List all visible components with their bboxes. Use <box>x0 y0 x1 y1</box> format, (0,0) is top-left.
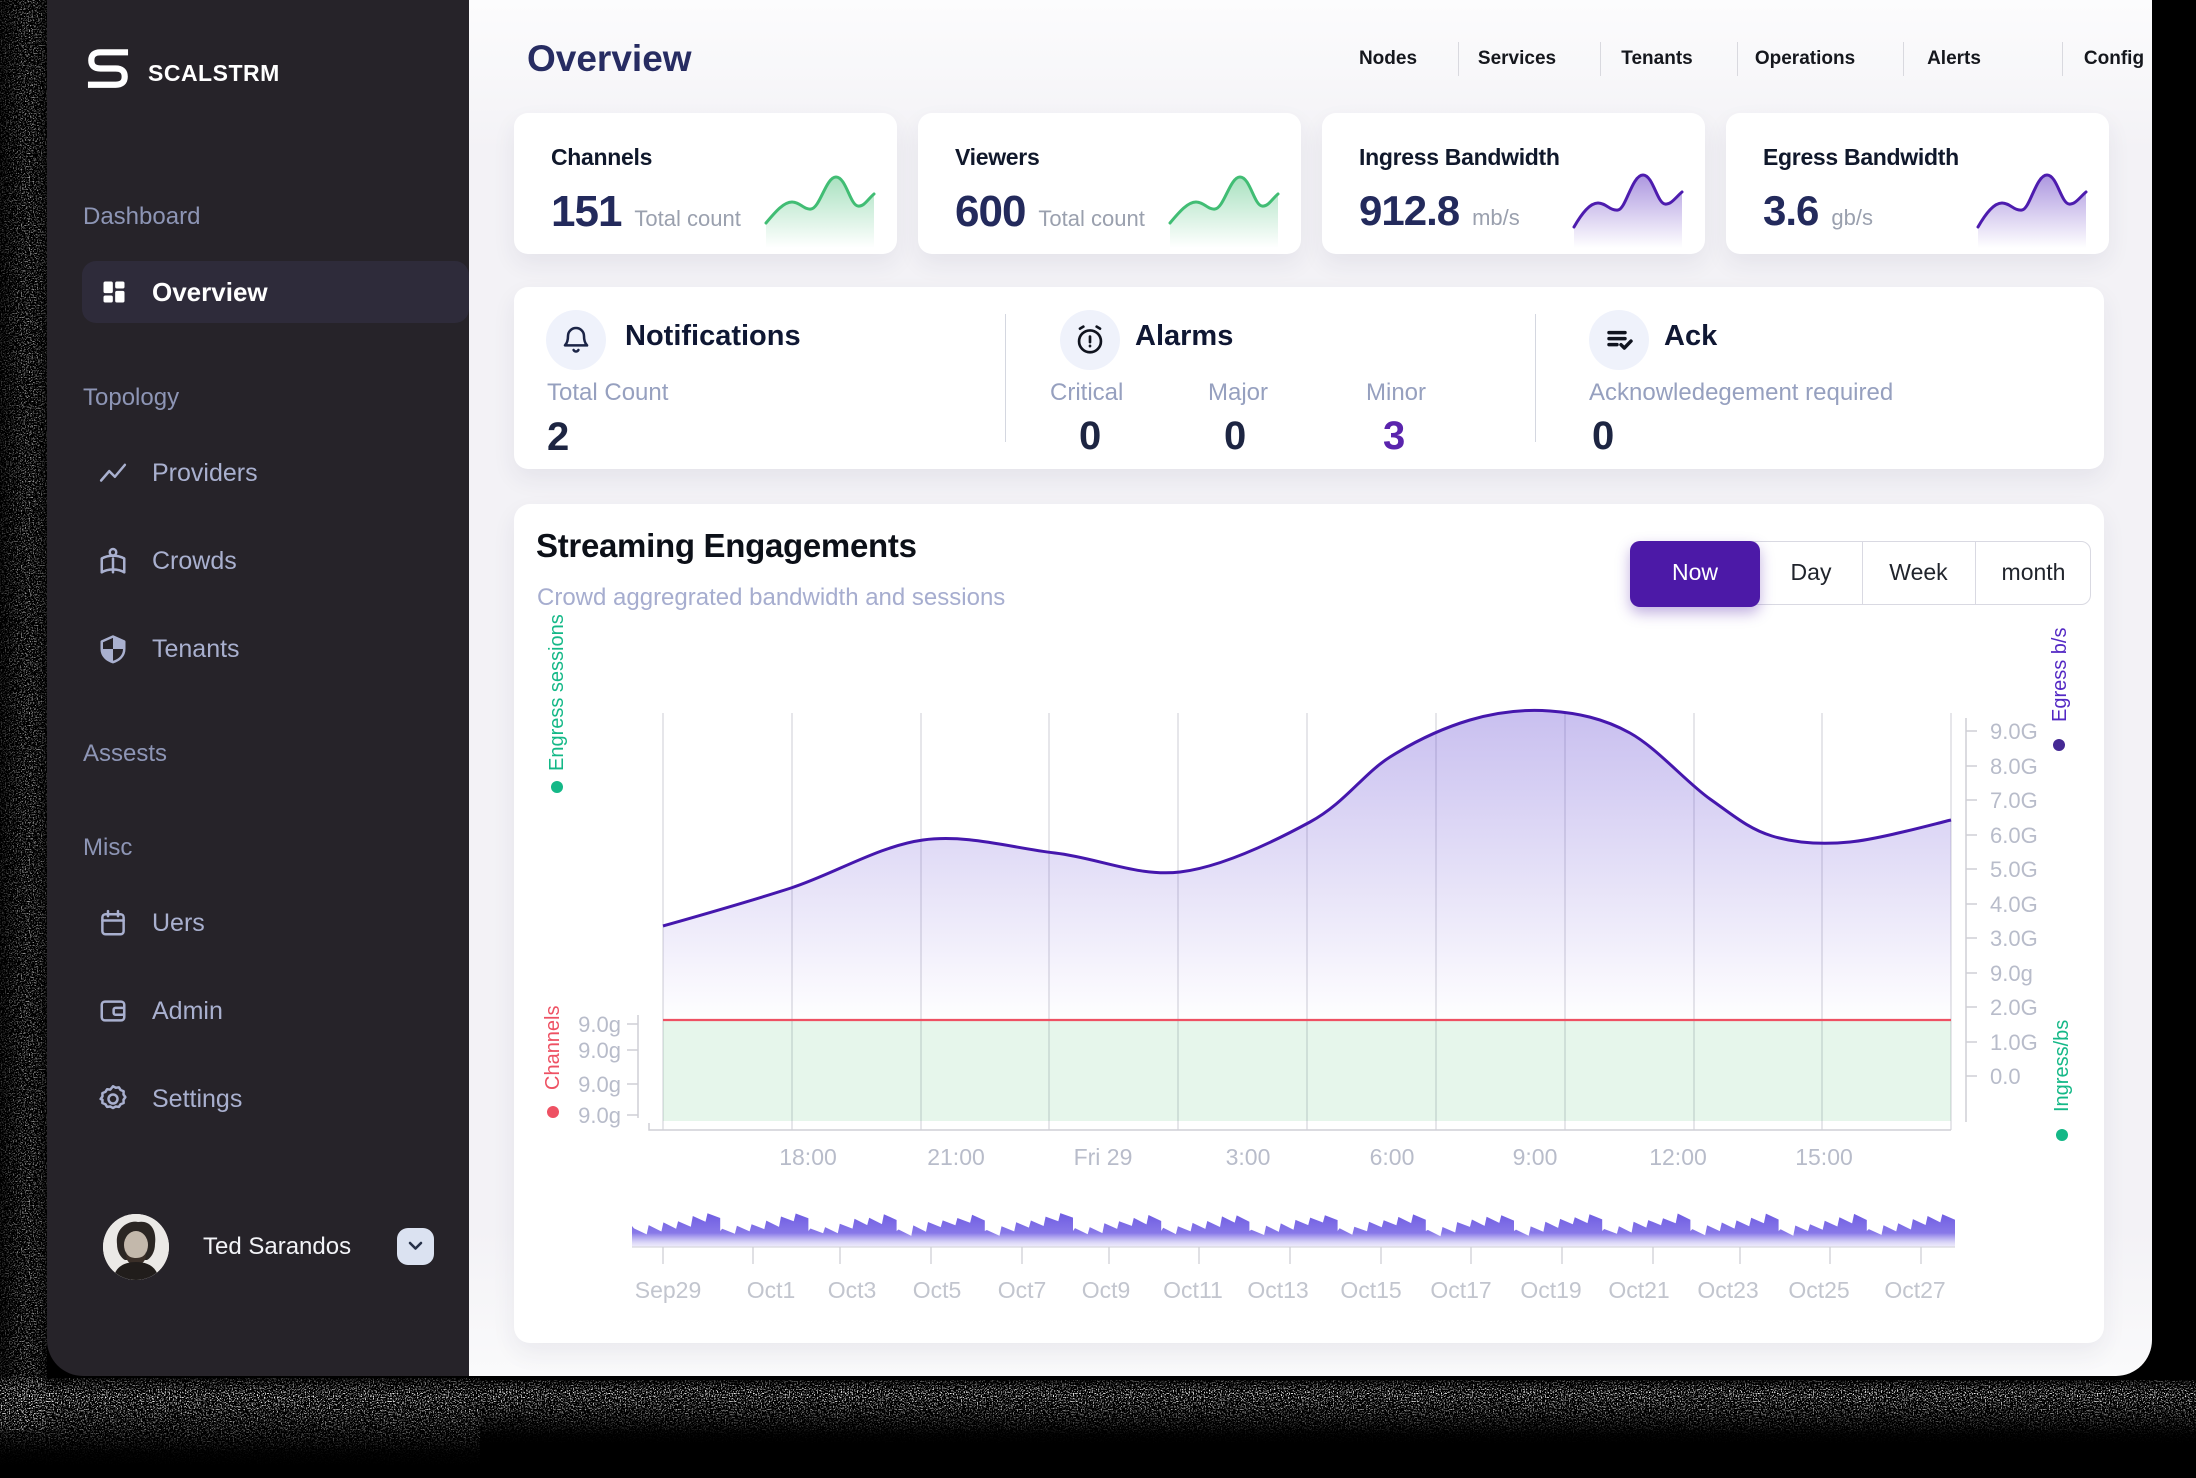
svg-text:Oct21: Oct21 <box>1608 1277 1669 1303</box>
svg-text:Oct15: Oct15 <box>1340 1277 1401 1303</box>
svg-text:9:00: 9:00 <box>1513 1144 1558 1170</box>
svg-text:Engress sessions: Engress sessions <box>546 614 568 771</box>
svg-text:Oct13: Oct13 <box>1247 1277 1308 1303</box>
svg-text:Oct27: Oct27 <box>1884 1277 1945 1303</box>
svg-text:Oct5: Oct5 <box>913 1277 962 1303</box>
svg-text:4.0G: 4.0G <box>1990 892 2038 917</box>
svg-text:7.0G: 7.0G <box>1990 788 2038 813</box>
svg-text:5.0G: 5.0G <box>1990 857 2038 882</box>
svg-text:Oct11: Oct11 <box>1163 1277 1223 1303</box>
svg-text:9.0G: 9.0G <box>1990 719 2038 744</box>
svg-text:Oct3: Oct3 <box>828 1277 877 1303</box>
svg-text:18:00: 18:00 <box>779 1144 837 1170</box>
svg-text:3:00: 3:00 <box>1226 1144 1271 1170</box>
svg-text:Oct17: Oct17 <box>1430 1277 1491 1303</box>
svg-text:9.0g: 9.0g <box>578 1072 621 1097</box>
svg-text:Oct19: Oct19 <box>1520 1277 1581 1303</box>
svg-text:9.0g: 9.0g <box>578 1038 621 1063</box>
svg-text:Oct1: Oct1 <box>747 1277 796 1303</box>
svg-text:6.0G: 6.0G <box>1990 823 2038 848</box>
svg-text:Channels: Channels <box>542 1005 564 1090</box>
svg-text:15:00: 15:00 <box>1795 1144 1853 1170</box>
svg-text:Oct25: Oct25 <box>1788 1277 1849 1303</box>
svg-text:6:00: 6:00 <box>1370 1144 1415 1170</box>
svg-text:Oct9: Oct9 <box>1082 1277 1131 1303</box>
svg-text:12:00: 12:00 <box>1649 1144 1707 1170</box>
svg-text:Fri 29: Fri 29 <box>1074 1144 1133 1170</box>
svg-text:8.0G: 8.0G <box>1990 754 2038 779</box>
svg-text:Ingress/bs: Ingress/bs <box>2051 1020 2073 1112</box>
svg-text:0.0: 0.0 <box>1990 1064 2021 1089</box>
svg-text:21:00: 21:00 <box>927 1144 985 1170</box>
svg-text:9.0g: 9.0g <box>578 1012 621 1037</box>
svg-text:Egress b/s: Egress b/s <box>2049 628 2071 722</box>
svg-text:Oct7: Oct7 <box>998 1277 1047 1303</box>
svg-text:9.0g: 9.0g <box>1990 961 2033 986</box>
svg-text:3.0G: 3.0G <box>1990 926 2038 951</box>
svg-text:Sep29: Sep29 <box>635 1277 702 1303</box>
svg-text:9.0g: 9.0g <box>578 1103 621 1128</box>
svg-text:2.0G: 2.0G <box>1990 995 2038 1020</box>
svg-text:Oct23: Oct23 <box>1697 1277 1758 1303</box>
svg-text:1.0G: 1.0G <box>1990 1030 2038 1055</box>
